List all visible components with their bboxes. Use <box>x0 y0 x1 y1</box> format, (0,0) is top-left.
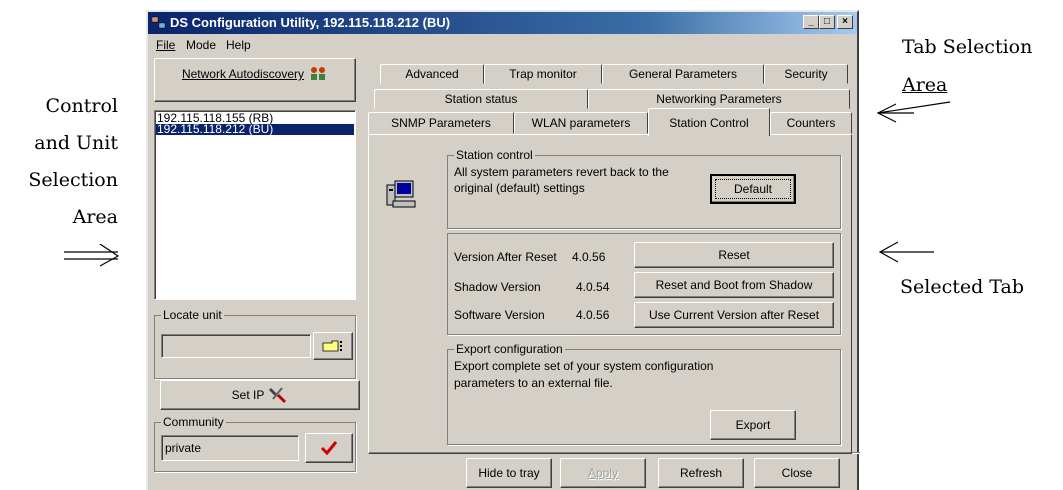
station-control-group: Station control All system parameters re… <box>447 148 841 229</box>
annotation-text: Control <box>45 95 118 117</box>
network-autodiscovery-label: Network Autodiscovery <box>181 67 305 81</box>
computer-icon <box>386 180 416 208</box>
menu-help[interactable]: Help <box>226 38 251 52</box>
annotation-tab-selection: Tab Selection <box>902 36 1032 58</box>
right-arrow-icon <box>64 244 120 267</box>
tab-station-status[interactable]: Station status <box>374 89 588 109</box>
description-line: Export complete set of your system confi… <box>454 359 714 373</box>
community-input[interactable]: private <box>161 435 299 461</box>
hide-to-tray-label: Hide to tray <box>478 466 540 480</box>
tab-networking-parameters[interactable]: Networking Parameters <box>588 89 850 109</box>
tab-page-station-control: Station control All system parameters re… <box>368 134 852 454</box>
software-version-value: 4.0.56 <box>576 308 610 322</box>
annotation-text: Selected Tab <box>900 276 1024 298</box>
locate-unit-input[interactable] <box>161 334 311 358</box>
annotation-text: Area <box>72 206 118 228</box>
default-button-label: Default <box>733 182 773 196</box>
close-window-button[interactable]: × <box>837 15 853 29</box>
refresh-button[interactable]: Refresh <box>658 458 744 488</box>
station-control-title: Station control <box>454 148 535 162</box>
tab-security[interactable]: Security <box>764 64 848 84</box>
app-window: DS Configuration Utility, 192.115.118.21… <box>146 10 860 490</box>
tab-snmp-parameters[interactable]: SNMP Parameters <box>368 112 514 134</box>
maximize-button[interactable]: □ <box>819 15 835 29</box>
apply-label: Apply <box>587 466 619 480</box>
apply-button: Apply <box>560 458 646 488</box>
network-people-icon <box>311 67 326 80</box>
reset-button[interactable]: Reset <box>634 242 834 268</box>
tab-general-parameters[interactable]: General Parameters <box>602 64 764 84</box>
use-current-version-button[interactable]: Use Current Version after Reset <box>634 302 834 328</box>
reset-boot-shadow-button[interactable]: Reset and Boot from Shadow <box>634 272 834 298</box>
list-item-selected[interactable]: 192.115.118.212 (BU) <box>156 123 354 135</box>
tab-station-control[interactable]: Station Control <box>648 108 770 136</box>
description-line: parameters to an external file. <box>454 376 613 390</box>
refresh-label: Refresh <box>679 466 723 480</box>
unit-list[interactable]: 192.115.118.155 (RB) 192.115.118.212 (BU… <box>154 110 356 300</box>
reset-button-label: Reset <box>718 248 750 262</box>
software-version-label: Software Version <box>454 308 545 322</box>
annotation-text: and Unit <box>34 132 118 154</box>
set-ip-button[interactable]: Set IP <box>160 380 360 410</box>
locate-unit-button[interactable] <box>313 332 353 360</box>
window-title: DS Configuration Utility, 192.115.118.21… <box>170 15 451 30</box>
left-arrow-icon <box>878 241 934 263</box>
reset-boot-shadow-label: Reset and Boot from Shadow <box>655 278 813 292</box>
annotation-text: Selection <box>28 169 118 191</box>
annotation-tab-selection-area: Area <box>902 74 947 96</box>
default-button[interactable]: Default <box>710 174 796 204</box>
export-configuration-title: Export configuration <box>454 342 565 356</box>
menu-file[interactable]: File <box>156 38 175 52</box>
community-ok-button[interactable] <box>305 433 353 463</box>
network-autodiscovery-button[interactable]: Network Autodiscovery <box>154 58 356 102</box>
description-line: All system parameters revert back to the <box>454 165 669 179</box>
minimize-button[interactable]: _ <box>803 15 819 29</box>
tab-wlan-parameters[interactable]: WLAN parameters <box>514 112 648 134</box>
menu-bar: File Mode Help <box>148 35 857 55</box>
shadow-version-label: Shadow Version <box>454 280 541 294</box>
tab-trap-monitor[interactable]: Trap monitor <box>484 64 602 84</box>
tab-advanced[interactable]: Advanced <box>380 64 484 84</box>
export-description: Export complete set of your system confi… <box>454 358 713 392</box>
version-after-reset-label: Version After Reset <box>454 250 557 264</box>
shadow-version-value: 4.0.54 <box>576 280 610 294</box>
description-line: original (default) settings <box>454 181 585 195</box>
export-configuration-group: Export configuration Export complete set… <box>447 342 841 445</box>
community-group: Community private <box>154 415 356 472</box>
community-value: private <box>165 441 202 455</box>
export-button-label: Export <box>735 418 771 432</box>
network-app-icon <box>152 16 166 29</box>
annotation-selected-tab: Selected Tab <box>900 276 1024 298</box>
pointing-hand-icon <box>322 340 342 352</box>
use-current-version-label: Use Current Version after Reset <box>648 308 820 322</box>
export-button[interactable]: Export <box>710 410 796 440</box>
versions-group: Version After Reset 4.0.56 Shadow Versio… <box>447 233 841 335</box>
annotation-control-area: Control and Unit Selection Area <box>0 88 118 236</box>
checkmark-icon <box>320 441 338 456</box>
title-bar[interactable]: DS Configuration Utility, 192.115.118.21… <box>148 12 857 34</box>
menu-mode[interactable]: Mode <box>186 38 216 52</box>
tools-icon <box>269 387 287 404</box>
close-label: Close <box>781 466 813 480</box>
locate-unit-group: Locate unit <box>154 308 356 379</box>
left-arrow-icon <box>876 101 951 123</box>
hide-to-tray-button[interactable]: Hide to tray <box>466 458 552 488</box>
close-button[interactable]: Close <box>754 458 840 488</box>
tab-counters[interactable]: Counters <box>770 112 852 134</box>
annotation-text: Area <box>902 74 948 96</box>
set-ip-label: Set IP <box>231 388 265 402</box>
locate-unit-label: Locate unit <box>161 308 224 322</box>
version-after-reset-value: 4.0.56 <box>572 250 606 264</box>
annotation-text: Tab Selection <box>902 36 1033 58</box>
station-control-description: All system parameters revert back to the… <box>454 164 669 196</box>
community-label: Community <box>161 415 226 429</box>
